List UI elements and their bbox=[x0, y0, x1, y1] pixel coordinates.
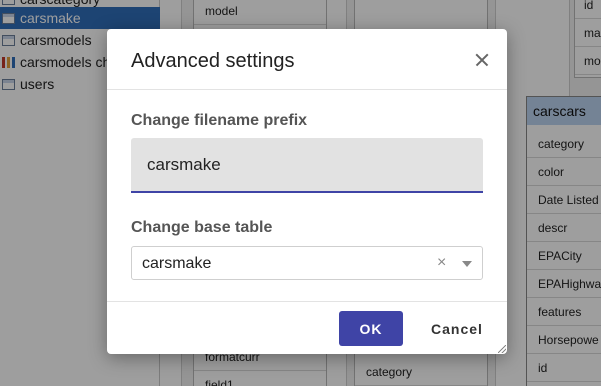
base-table-select[interactable]: carsmake × bbox=[131, 246, 483, 280]
base-table-label: Change base table bbox=[131, 219, 273, 236]
dialog-title: Advanced settings bbox=[131, 50, 295, 72]
filename-prefix-label: Change filename prefix bbox=[131, 112, 308, 129]
filename-prefix-input[interactable] bbox=[131, 138, 483, 193]
chevron-down-icon[interactable] bbox=[462, 261, 472, 267]
clear-icon[interactable]: × bbox=[437, 253, 446, 273]
ok-button[interactable]: OK bbox=[339, 311, 403, 346]
dialog-header: Advanced settings bbox=[107, 29, 507, 90]
cancel-button[interactable]: Cancel bbox=[421, 311, 493, 346]
close-icon[interactable] bbox=[471, 49, 493, 71]
dialog-footer: OK Cancel bbox=[107, 301, 507, 354]
base-table-selected-value: carsmake bbox=[142, 255, 212, 272]
advanced-settings-dialog: Advanced settings Change filename prefix… bbox=[107, 29, 507, 354]
resize-handle-icon[interactable] bbox=[498, 345, 506, 353]
